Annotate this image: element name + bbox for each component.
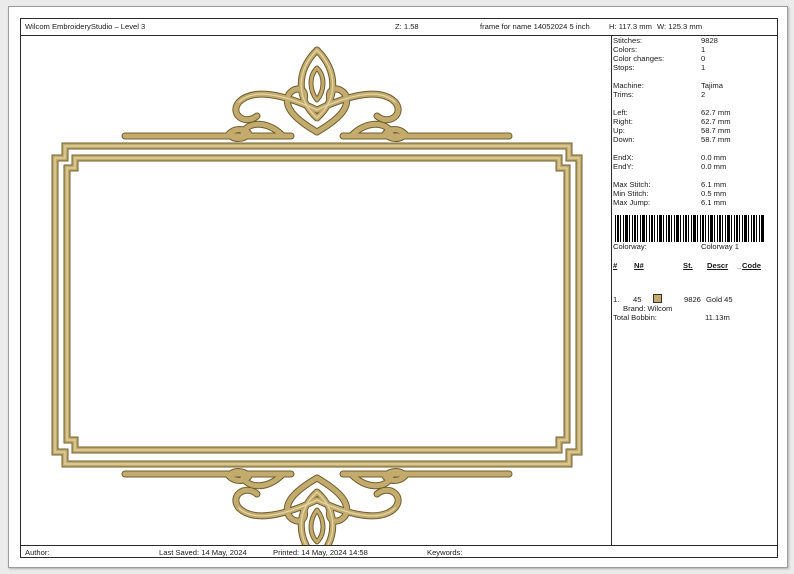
- stat-label: Colors:: [613, 45, 638, 54]
- design-name: frame for name 14052024 5 inch: [480, 22, 590, 31]
- stat-value: 2: [701, 90, 706, 99]
- stat-value: 0.5 mm: [701, 189, 727, 198]
- design-width: W: 125.3 mm: [657, 22, 703, 31]
- stat-row: EndY: 0.0 mm: [613, 162, 777, 171]
- stat-label: Max Jump:: [613, 198, 651, 207]
- stat-value: 1: [701, 45, 706, 54]
- stat-row: Machine: Tajima: [613, 81, 777, 90]
- colorway-value: Colorway 1: [701, 242, 739, 251]
- print-preview-page: Wilcom EmbroideryStudio – Level 3 Z: 1.5…: [8, 6, 788, 568]
- stat-value: 0.0 mm: [701, 153, 727, 162]
- stat-value: 62.7 mm: [701, 108, 731, 117]
- color-row-number: 45: [633, 295, 642, 304]
- stat-row: Stitches: 9828: [613, 36, 777, 45]
- col-header-number: #: [613, 261, 618, 270]
- stat-row: Color changes: 0: [613, 54, 777, 63]
- stat-row: Trims: 2: [613, 90, 777, 99]
- stat-label: Down:: [613, 135, 635, 144]
- footer-author: Author:: [25, 548, 50, 557]
- col-header-separator: _: [737, 261, 742, 270]
- stat-label: Up:: [613, 126, 625, 135]
- embroidery-design-view: [21, 36, 611, 545]
- stat-row: Left: 62.7 mm: [613, 108, 777, 117]
- col-header-descr: Descr: [707, 261, 729, 270]
- col-header-stitches: St.: [683, 261, 693, 270]
- thread-color-swatch: [653, 294, 662, 303]
- stat-row: Colors: 1: [613, 45, 777, 54]
- stat-label: EndY:: [613, 162, 634, 171]
- stat-value: 62.7 mm: [701, 117, 731, 126]
- stat-row: Right: 62.7 mm: [613, 117, 777, 126]
- stat-label: Trims:: [613, 90, 634, 99]
- footer-divider: [21, 545, 777, 546]
- stat-row: EndX: 0.0 mm: [613, 153, 777, 162]
- stat-row: Min Stitch: 0.5 mm: [613, 189, 777, 198]
- color-row-description: Gold 45: [706, 295, 733, 304]
- stat-row: Stops: 1: [613, 63, 777, 72]
- ornate-frame-design: [21, 36, 611, 545]
- stat-label: Max Stitch:: [613, 180, 651, 189]
- total-bobbin-value: 11.13m: [705, 313, 730, 322]
- footer-last-saved: Last Saved: 14 May, 2024: [159, 548, 247, 557]
- color-row-stitches: 9826: [684, 295, 701, 304]
- stat-value: 58.7 mm: [701, 135, 731, 144]
- footer-keywords: Keywords:: [427, 548, 463, 557]
- app-title: Wilcom EmbroideryStudio – Level 3: [25, 22, 146, 31]
- design-barcode: [615, 215, 765, 242]
- top-ornament: [125, 50, 509, 139]
- stat-value: 58.7 mm: [701, 126, 731, 135]
- design-height: H: 117.3 mm: [609, 22, 652, 31]
- col-header-code: Code: [742, 261, 761, 270]
- info-panel-divider: [611, 35, 612, 545]
- stat-value: 0: [701, 54, 706, 63]
- stat-row: Max Jump: 6.1 mm: [613, 198, 777, 207]
- stat-label: EndX:: [613, 153, 634, 162]
- stat-value: Tajima: [701, 81, 723, 90]
- stat-label: Machine:: [613, 81, 644, 90]
- bottom-ornament: [125, 472, 509, 546]
- colorway-label: Colorway:: [613, 242, 647, 251]
- color-row-brand: Brand: Wilcom: [623, 304, 673, 313]
- col-header-n: N#: [634, 261, 644, 270]
- design-sheet: Wilcom EmbroideryStudio – Level 3 Z: 1.5…: [20, 18, 778, 558]
- stat-label: Right:: [613, 117, 633, 126]
- stat-row: Max Stitch: 6.1 mm: [613, 180, 777, 189]
- stat-label: Left:: [613, 108, 628, 117]
- color-row-index: 1.: [613, 295, 620, 304]
- stat-row: Up: 58.7 mm: [613, 126, 777, 135]
- stat-row: Down: 58.7 mm: [613, 135, 777, 144]
- frame-border: [55, 146, 579, 464]
- stat-label: Color changes:: [613, 54, 665, 63]
- stat-value: 9828: [701, 36, 718, 45]
- footer-printed: Printed: 14 May, 2024 14:58: [273, 548, 368, 557]
- total-bobbin-label: Total Bobbin:: [613, 313, 657, 322]
- stat-label: Stitches:: [613, 36, 643, 45]
- stat-value: 6.1 mm: [701, 198, 727, 207]
- stat-label: Stops:: [613, 63, 635, 72]
- stat-value: 0.0 mm: [701, 162, 727, 171]
- stat-value: 6.1 mm: [701, 180, 727, 189]
- stat-label: Min Stitch:: [613, 189, 649, 198]
- design-info-panel: Stitches: 9828 Colors: 1 Color changes: 0 Stop…: [613, 36, 777, 544]
- stat-value: 1: [701, 63, 706, 72]
- zoom-level: Z: 1.58: [395, 22, 419, 31]
